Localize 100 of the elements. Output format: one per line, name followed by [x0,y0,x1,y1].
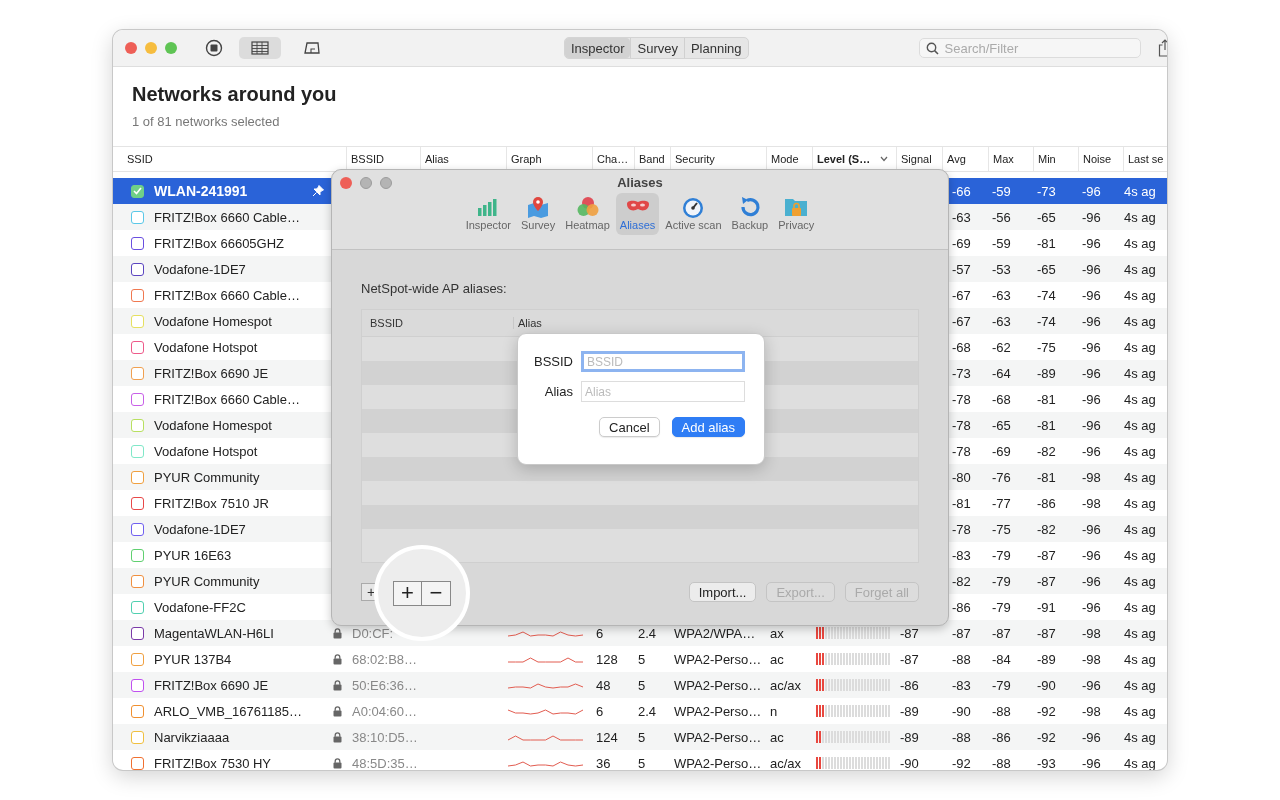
last-seen-cell: 4s ag [1124,651,1156,667]
ssid-cell: Vodafone Homespot [154,417,272,433]
last-seen-cell: 4s ag [1124,729,1156,745]
max-cell: -88 [992,703,1011,719]
noise-cell: -96 [1082,547,1101,563]
bssid-cell: 48:5D:35… [352,755,418,770]
avg-cell: -67 [952,287,971,303]
window-title: Aliases [617,174,663,190]
ssid-cell: WLAN-241991 [154,183,248,199]
avg-cell: -63 [952,209,971,225]
last-seen-cell: 4s ag [1124,209,1156,225]
last-seen-cell: 4s ag [1124,677,1156,693]
last-seen-cell: 4s ag [1124,391,1156,407]
min-cell: -82 [1037,443,1056,459]
channel-cell: 36 [596,755,611,770]
min-cell: -91 [1037,599,1056,615]
avg-cell: -67 [952,313,971,329]
avg-cell: -86 [952,599,971,615]
min-cell: -86 [1037,495,1056,511]
noise-cell: -98 [1082,703,1101,719]
noise-cell: -96 [1082,417,1101,433]
ssid-cell: PYUR Community [154,469,260,485]
bssid-cell: D0:CF: [352,625,394,641]
signal-cell: -90 [900,755,919,770]
min-cell: -81 [1037,469,1056,485]
avg-cell: -88 [952,651,971,667]
avg-cell: -87 [952,625,971,641]
signal-cell: -87 [900,651,919,667]
mode-cell: n [770,703,778,719]
mode-cell: ac [770,729,784,745]
noise-cell: -98 [1082,625,1101,641]
max-cell: -75 [992,521,1011,537]
max-cell: -88 [992,755,1011,770]
ssid-cell: FRITZ!Box 6660 Cable… [154,391,300,407]
avg-cell: -78 [952,521,971,537]
min-cell: -73 [1037,183,1056,199]
security-cell: WPA2-Perso… [674,755,762,770]
min-cell: -90 [1037,677,1056,693]
last-seen-cell: 4s ag [1124,313,1156,329]
ssid-cell: PYUR Community [154,573,260,589]
bssid-cell: A0:04:60… [352,703,418,719]
min-cell: -92 [1037,703,1056,719]
ssid-cell: Vodafone Hotspot [154,339,258,355]
signal-cell: -89 [900,729,919,745]
noise-cell: -96 [1082,183,1101,199]
last-seen-cell: 4s ag [1124,261,1156,277]
avg-cell: -68 [952,339,971,355]
min-cell: -87 [1037,547,1056,563]
ssid-cell: FRITZ!Box 6660 Cable… [154,209,300,225]
security-cell: WPA2-Perso… [674,677,762,693]
channel-cell: 124 [596,729,618,745]
mode-cell: ax [770,625,784,641]
max-cell: -63 [992,313,1011,329]
mode-cell: ac [770,651,784,667]
avg-cell: -78 [952,417,971,433]
min-cell: -65 [1037,261,1056,277]
max-cell: -59 [992,235,1011,251]
last-seen-cell: 4s ag [1124,599,1156,615]
max-cell: -76 [992,469,1011,485]
signal-cell: -86 [900,677,919,693]
last-seen-cell: 4s ag [1124,339,1156,355]
last-seen-cell: 4s ag [1124,703,1156,719]
min-cell: -81 [1037,235,1056,251]
max-cell: -69 [992,443,1011,459]
min-cell: -81 [1037,391,1056,407]
noise-cell: -96 [1082,521,1101,537]
ssid-cell: Vodafone Hotspot [154,443,258,459]
max-cell: -79 [992,599,1011,615]
ssid-cell: ARLO_VMB_16761185… [154,703,302,719]
section-label: NetSpot-wide AP aliases: [361,281,508,296]
ssid-cell: FRITZ!Box 6690 JE [154,677,269,693]
avg-cell: -88 [952,729,971,745]
band-cell: 2.4 [638,625,657,641]
noise-cell: -96 [1082,313,1101,329]
min-cell: -87 [1037,625,1056,641]
max-cell: -79 [992,677,1011,693]
last-seen-cell: 4s ag [1124,235,1156,251]
last-seen-cell: 4s ag [1124,495,1156,511]
security-cell: WPA2-Perso… [674,703,762,719]
noise-cell: -96 [1082,391,1101,407]
max-cell: -53 [992,261,1011,277]
bssid-cell: 50:E6:36… [352,677,418,693]
last-seen-cell: 4s ag [1124,183,1156,199]
security-cell: WPA2/WPA… [674,625,756,641]
avg-cell: -57 [952,261,971,277]
bssid-cell: 68:02:B8… [352,651,418,667]
channel-cell: 6 [596,625,604,641]
last-seen-cell: 4s ag [1124,287,1156,303]
ssid-cell: Narvikziaaaa [154,729,230,745]
avg-cell: -73 [952,365,971,381]
ssid-cell: Vodafone-1DE7 [154,261,246,277]
ssid-cell: FRITZ!Box 6690 JE [154,365,269,381]
avg-cell: -92 [952,755,971,770]
channel-cell: 6 [596,703,604,719]
ssid-cell: FRITZ!Box 6660 Cable… [154,287,300,303]
last-seen-cell: 4s ag [1124,755,1156,770]
noise-cell: -98 [1082,495,1101,511]
min-cell: -74 [1037,313,1056,329]
band-cell: 5 [638,729,646,745]
max-cell: -87 [992,625,1011,641]
